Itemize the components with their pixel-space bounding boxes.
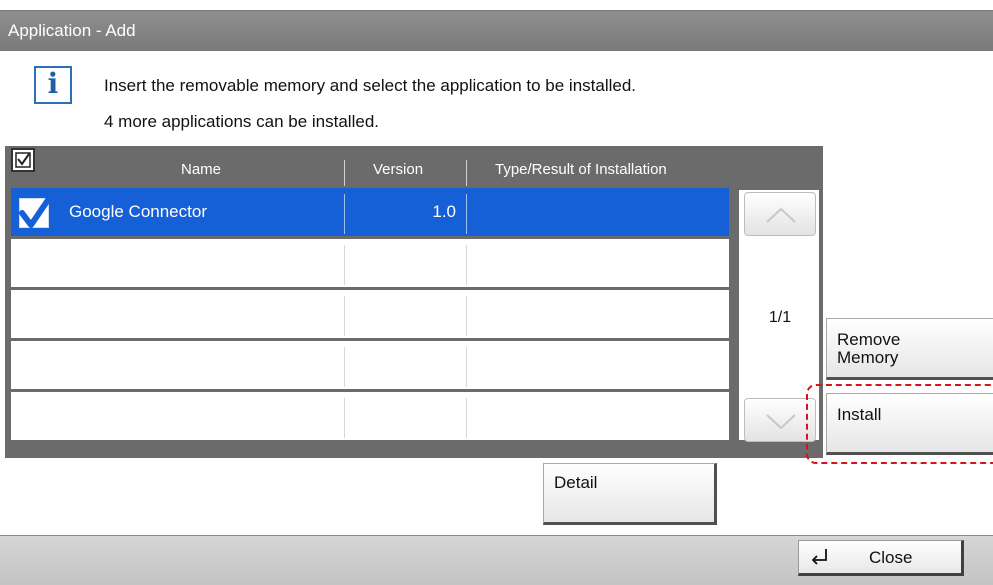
cell-divider [466, 245, 467, 285]
remove-memory-button[interactable]: Remove Memory [826, 318, 993, 380]
return-arrow-icon [811, 549, 827, 565]
cell-divider [344, 398, 345, 438]
cell-divider [344, 296, 345, 336]
remaining-count-message: 4 more applications can be installed. [104, 112, 379, 131]
column-header-type-result[interactable]: Type/Result of Installation [495, 161, 667, 178]
table-row[interactable]: Google Connector 1.0 [11, 188, 729, 239]
chevron-down-icon [766, 414, 796, 430]
table-body: Google Connector 1.0 [11, 188, 729, 443]
table-row[interactable] [11, 341, 729, 392]
column-header-version[interactable]: Version [373, 161, 423, 178]
table-row[interactable] [11, 290, 729, 341]
detail-button[interactable]: Detail [543, 463, 717, 525]
close-label: Close [869, 548, 913, 567]
column-divider [466, 160, 467, 186]
cell-divider [466, 296, 467, 336]
close-button[interactable]: Close [798, 540, 964, 576]
instruction-message: Insert the removable memory and select t… [104, 76, 637, 95]
cell-divider [466, 398, 467, 438]
table-row[interactable] [11, 239, 729, 290]
row-app-version: 1.0 [432, 202, 456, 221]
column-divider [344, 160, 345, 186]
window-title: Application - Add [0, 11, 993, 51]
page-indicator: 1/1 [768, 309, 792, 326]
cell-divider [466, 194, 467, 234]
cell-divider [466, 347, 467, 387]
top-border [0, 0, 993, 11]
info-icon: i [34, 66, 72, 104]
detail-label: Detail [554, 473, 598, 492]
row-app-name: Google Connector [69, 202, 207, 221]
chevron-up-icon [766, 207, 796, 223]
select-all-checkbox-icon[interactable] [11, 148, 35, 172]
checkbox-checked-icon[interactable] [19, 194, 53, 228]
cell-divider [344, 347, 345, 387]
table-row[interactable] [11, 392, 729, 443]
remove-memory-label: Remove Memory [837, 330, 901, 367]
column-header-name[interactable]: Name [181, 161, 221, 178]
cell-divider [344, 194, 345, 234]
scroll-up-button[interactable] [744, 192, 816, 236]
highlight-box [806, 384, 993, 464]
cell-divider [344, 245, 345, 285]
